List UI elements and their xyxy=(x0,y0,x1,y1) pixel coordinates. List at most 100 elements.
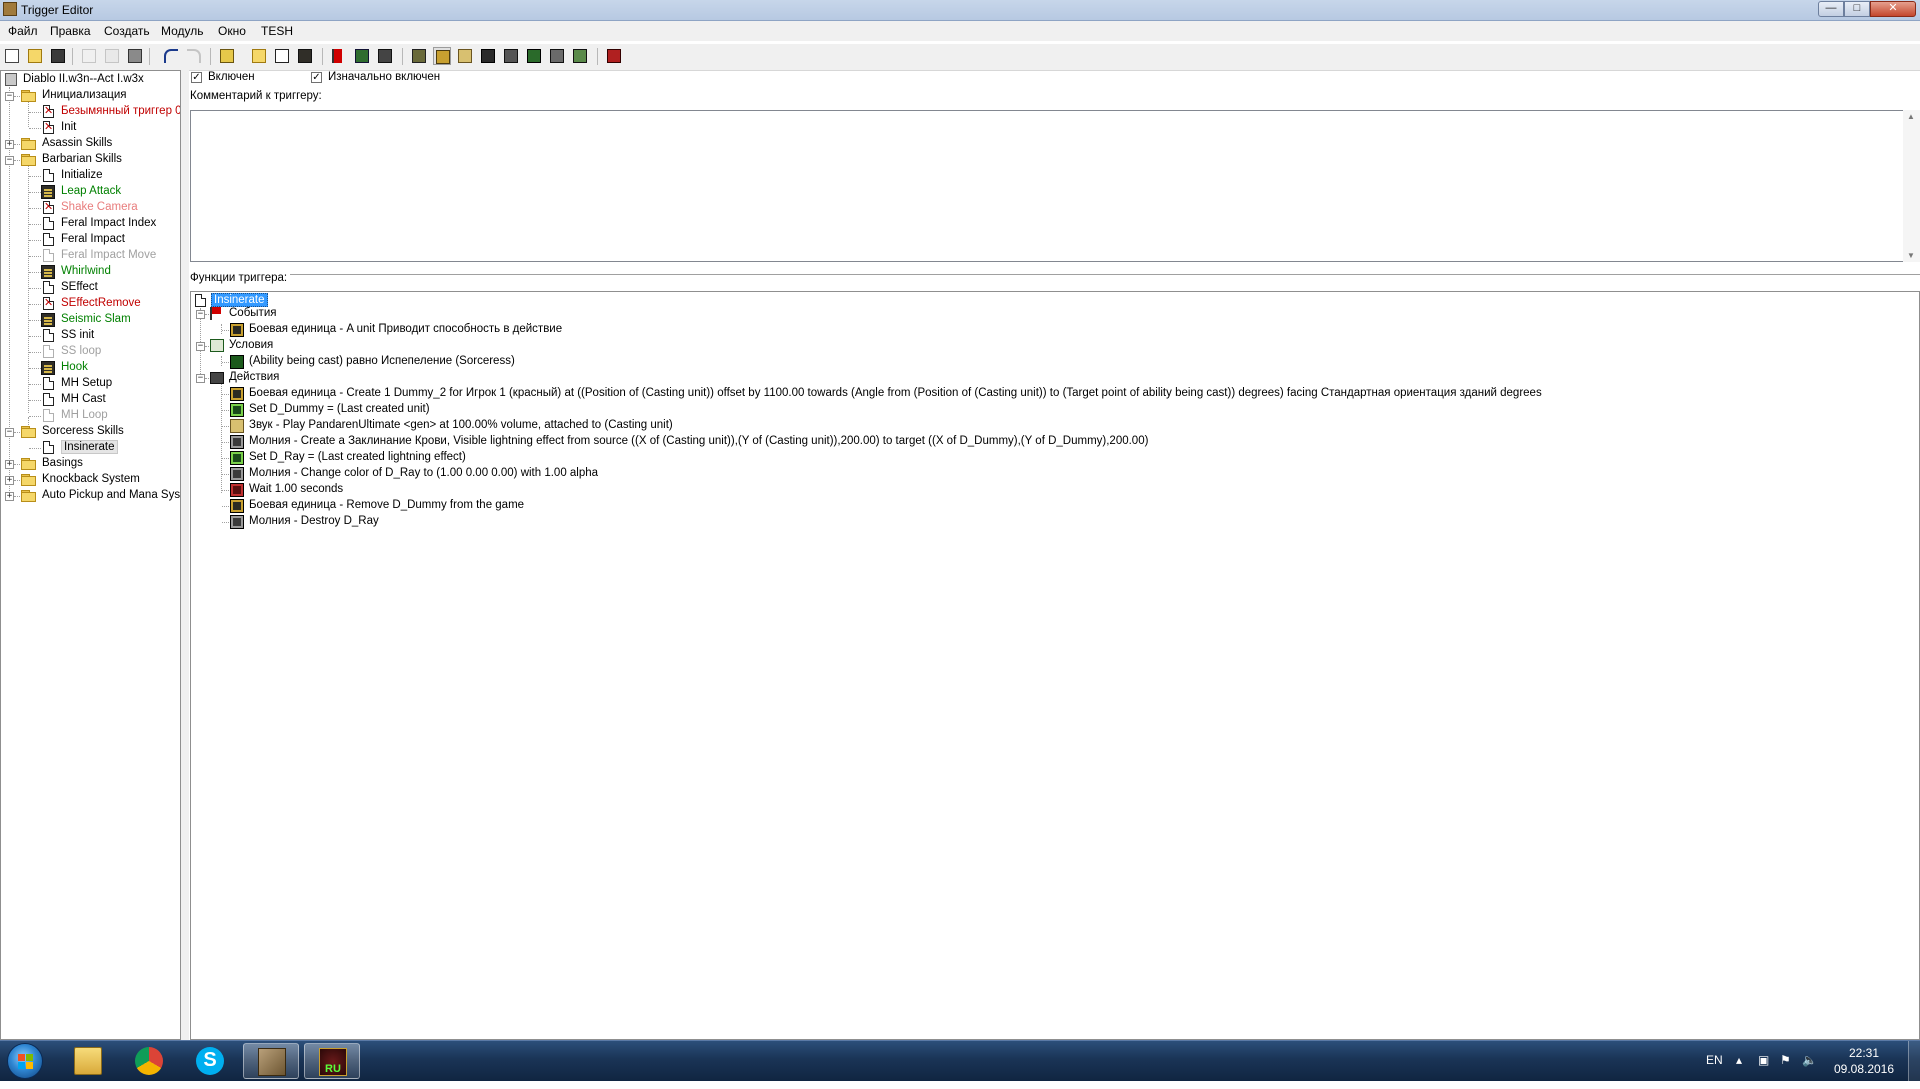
collapse-icon[interactable]: − xyxy=(5,156,14,165)
trigger-comment-textarea[interactable] xyxy=(190,110,1905,262)
tree-category[interactable]: + Asassin Skills xyxy=(1,136,179,152)
trigger-functions-tree[interactable]: Insinerate − События Боевая единица - A … xyxy=(190,291,1920,1040)
collapse-actions-icon[interactable]: − xyxy=(196,374,205,383)
tree-category[interactable]: + Knockback System xyxy=(1,472,179,488)
expand-icon[interactable]: + xyxy=(5,492,14,501)
menu-window[interactable]: Окно xyxy=(218,24,246,38)
tree-trigger[interactable]: SEffect xyxy=(1,280,179,296)
tree-trigger[interactable]: Feral Impact xyxy=(1,232,179,248)
tree-line xyxy=(29,208,41,209)
new-action-button[interactable] xyxy=(376,47,394,65)
action-center-flag-icon[interactable]: ⚑ xyxy=(1780,1053,1794,1067)
maximize-button[interactable]: □ xyxy=(1844,1,1870,17)
new-trigger-button[interactable] xyxy=(273,47,291,65)
import-manager-button[interactable] xyxy=(571,47,589,65)
expand-icon[interactable]: + xyxy=(5,476,14,485)
collapse-events-icon[interactable]: − xyxy=(196,310,205,319)
redo-button[interactable] xyxy=(185,47,203,65)
new-comment-button[interactable] xyxy=(296,47,314,65)
menu-edit[interactable]: Правка xyxy=(50,24,91,38)
comment-vertical-scrollbar[interactable]: ▲ ▼ xyxy=(1903,110,1920,262)
menu-create[interactable]: Создать xyxy=(104,24,150,38)
tree-trigger[interactable]: MH Loop xyxy=(1,408,179,424)
test-map-button[interactable] xyxy=(605,47,623,65)
menu-file[interactable]: Файл xyxy=(8,24,38,38)
tree-category[interactable]: − Barbarian Skills xyxy=(1,152,179,168)
menu-tesh[interactable]: TESH xyxy=(261,24,293,38)
tree-category[interactable]: + Auto Pickup and Mana System xyxy=(1,488,180,504)
tree-trigger[interactable]: Shake Camera xyxy=(1,200,179,216)
open-map-button[interactable] xyxy=(26,47,44,65)
new-event-button[interactable] xyxy=(330,47,348,65)
new-condition-button[interactable] xyxy=(353,47,371,65)
tree-trigger[interactable]: SS loop xyxy=(1,344,179,360)
expand-icon[interactable]: + xyxy=(5,140,14,149)
trigger-tree[interactable]: Diablo II.w3n--Act I.w3x − Инициализация Б… xyxy=(0,70,181,1040)
cut-button[interactable] xyxy=(80,47,98,65)
tree-trigger[interactable]: SEffectRemove xyxy=(1,296,179,312)
tree-trigger[interactable]: Insinerate xyxy=(1,440,179,456)
tree-trigger[interactable]: MH Setup xyxy=(1,376,179,392)
new-map-button[interactable] xyxy=(3,47,21,65)
copy-button[interactable] xyxy=(103,47,121,65)
sound-editor-button[interactable] xyxy=(456,47,474,65)
object-editor-button[interactable] xyxy=(479,47,497,65)
scroll-up-icon[interactable]: ▲ xyxy=(1907,112,1915,121)
collapse-conditions-icon[interactable]: − xyxy=(196,342,205,351)
folder-icon xyxy=(21,490,37,502)
tree-trigger[interactable]: Feral Impact Index xyxy=(1,216,179,232)
tree-trigger[interactable]: SS init xyxy=(1,328,179,344)
taskbar-warcraft-ru[interactable]: RU xyxy=(304,1043,360,1079)
collapse-icon[interactable]: − xyxy=(5,428,14,437)
tree-trigger[interactable]: Feral Impact Move xyxy=(1,248,179,264)
tree-trigger[interactable]: Initialize xyxy=(1,168,179,184)
save-map-button[interactable] xyxy=(49,47,67,65)
clock[interactable]: 22:31 09.08.2016 xyxy=(1820,1045,1908,1077)
show-desktop-button[interactable] xyxy=(1908,1041,1920,1081)
show-hidden-icons-icon[interactable]: ▴ xyxy=(1736,1053,1750,1067)
taskbar-skype[interactable]: S xyxy=(182,1043,238,1079)
start-button[interactable] xyxy=(7,1043,43,1079)
trigger-editor-button[interactable] xyxy=(433,47,451,65)
tree-trigger[interactable]: Hook xyxy=(1,360,179,376)
volume-icon[interactable]: 🔈 xyxy=(1802,1053,1817,1067)
unit-action-icon xyxy=(230,323,244,337)
taskbar-explorer[interactable] xyxy=(60,1043,116,1079)
tree-category[interactable]: + Basings xyxy=(1,456,179,472)
taskbar-chrome[interactable] xyxy=(121,1043,177,1079)
undo-button[interactable] xyxy=(162,47,180,65)
tree-trigger[interactable]: Leap Attack xyxy=(1,184,179,200)
tree-item-label: SS init xyxy=(61,329,95,341)
initially-enabled-checkbox[interactable]: ✓ xyxy=(311,72,322,83)
pane-splitter[interactable] xyxy=(181,70,189,1040)
trigger-document-icon xyxy=(43,281,54,294)
taskbar-world-editor[interactable] xyxy=(243,1043,299,1079)
tree-trigger[interactable]: Whirlwind xyxy=(1,264,179,280)
delete-button[interactable] xyxy=(218,47,236,65)
tree-trigger[interactable]: Init xyxy=(1,120,179,136)
tree-category[interactable]: − Sorceress Skills xyxy=(1,424,179,440)
network-icon[interactable]: ▣ xyxy=(1758,1053,1772,1067)
tree-trigger[interactable]: Безымянный триггер 0 xyxy=(1,104,180,120)
collapse-icon[interactable]: − xyxy=(5,92,14,101)
close-button[interactable]: ✕ xyxy=(1870,1,1916,17)
minimize-button[interactable]: — xyxy=(1818,1,1844,17)
tree-trigger[interactable]: Seismic Slam xyxy=(1,312,179,328)
folder-icon xyxy=(74,1047,102,1075)
terrain-editor-button[interactable] xyxy=(410,47,428,65)
tree-category[interactable]: − Инициализация xyxy=(1,88,179,104)
enabled-checkbox[interactable]: ✓ xyxy=(191,72,202,83)
ai-editor-button[interactable] xyxy=(525,47,543,65)
scroll-down-icon[interactable]: ▼ xyxy=(1907,251,1915,260)
paste-button[interactable] xyxy=(126,47,144,65)
expand-icon[interactable]: + xyxy=(5,460,14,469)
language-indicator[interactable]: EN xyxy=(1706,1053,1723,1067)
menu-module[interactable]: Модуль xyxy=(161,24,204,38)
campaign-editor-button[interactable] xyxy=(502,47,520,65)
tree-trigger[interactable]: MH Cast xyxy=(1,392,179,408)
event-flag-icon xyxy=(332,49,346,63)
trigger-document-icon xyxy=(43,233,54,246)
new-category-button[interactable] xyxy=(250,47,268,65)
object-manager-button[interactable] xyxy=(548,47,566,65)
tree-root[interactable]: Diablo II.w3n--Act I.w3x xyxy=(3,72,179,88)
